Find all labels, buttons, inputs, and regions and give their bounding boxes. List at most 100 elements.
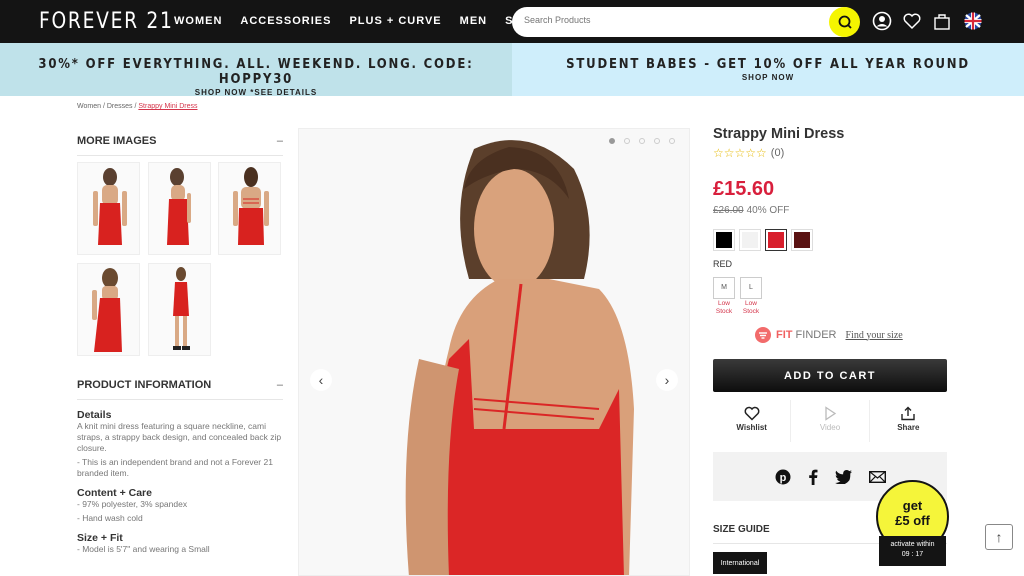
- fit-finder[interactable]: FIT FINDER Find your size: [755, 327, 903, 343]
- wishlist-button[interactable]: Wishlist: [713, 400, 790, 442]
- prev-image-button[interactable]: ‹: [310, 369, 332, 391]
- nav-plus-curve[interactable]: PLUS + CURVE: [349, 15, 441, 27]
- share-button[interactable]: Share: [868, 400, 947, 442]
- promo-headline: STUDENT BABES - GET 10% OFF ALL YEAR ROU…: [566, 57, 970, 72]
- thumbnail-side-view[interactable]: [148, 162, 211, 255]
- back-to-top-button[interactable]: ↑: [985, 524, 1013, 550]
- dress-back-straps-thumbnail: [233, 167, 269, 245]
- stock-status: Low Stock: [742, 300, 760, 315]
- discount-line2: £5 off: [895, 513, 930, 528]
- selected-color-label: RED: [713, 259, 733, 269]
- product-information-header[interactable]: PRODUCT INFORMATION –: [77, 379, 283, 400]
- size-fit-heading: Size + Fit: [77, 532, 123, 544]
- shopping-bag-icon[interactable]: [932, 11, 952, 31]
- facebook-icon[interactable]: [808, 469, 818, 485]
- nav-women[interactable]: WOMEN: [174, 15, 222, 27]
- thumbnail-back-straps-view[interactable]: [218, 162, 281, 255]
- uk-flag-icon[interactable]: [963, 11, 983, 31]
- pagination-dot[interactable]: [654, 138, 660, 144]
- product-information-title: PRODUCT INFORMATION: [77, 379, 212, 391]
- wishlist-heart-icon[interactable]: [902, 11, 922, 31]
- product-rating[interactable]: ☆☆☆☆☆ (0): [713, 146, 784, 160]
- share-label: Share: [897, 423, 920, 432]
- thumbnail-back-view[interactable]: [77, 162, 140, 255]
- promo-headline: 30%* OFF EVERYTHING. ALL. WEEKEND. LONG.…: [38, 57, 474, 87]
- swatch-red[interactable]: [765, 229, 787, 251]
- dress-side-thumbnail: [167, 168, 191, 245]
- more-images-title: MORE IMAGES: [77, 135, 157, 147]
- model-photo: [405, 140, 634, 575]
- svg-text:p: p: [779, 472, 786, 484]
- swatch-white[interactable]: [739, 229, 761, 251]
- more-images-header[interactable]: MORE IMAGES –: [77, 135, 283, 156]
- review-count: (0): [770, 147, 785, 159]
- product-title: Strappy Mini Dress: [713, 126, 845, 142]
- breadcrumb-current[interactable]: Strappy Mini Dress: [138, 103, 197, 110]
- stock-status: Low Stock: [715, 300, 733, 315]
- top-navigation: FOREVER 21 WOMEN ACCESSORIES PLUS + CURV…: [0, 0, 1024, 43]
- sale-price: £15.60: [713, 178, 775, 200]
- product-details: Details A knit mini dress featuring a sq…: [77, 410, 287, 558]
- next-image-button[interactable]: ›: [656, 369, 678, 391]
- content-care-heading: Content + Care: [77, 487, 152, 499]
- details-text: A knit mini dress featuring a square nec…: [77, 421, 282, 453]
- size-option-l[interactable]: L Low Stock: [740, 277, 762, 316]
- main-product-image[interactable]: ‹ ›: [298, 128, 690, 576]
- fit-finder-brand: FIT FINDER: [776, 329, 837, 341]
- promo-banner-code[interactable]: 30%* OFF EVERYTHING. ALL. WEEKEND. LONG.…: [0, 43, 512, 97]
- discount-line1: get: [902, 498, 923, 513]
- original-price: £26.00: [713, 205, 744, 216]
- find-your-size-link[interactable]: Find your size: [846, 330, 903, 341]
- search-input[interactable]: [524, 15, 824, 25]
- image-pagination: [609, 138, 675, 144]
- size-options: M Low Stock L Low Stock: [713, 277, 762, 316]
- breadcrumb-women[interactable]: Women: [77, 103, 101, 110]
- care-item: - 97% polyester, 3% spandex: [77, 499, 188, 509]
- add-to-cart-button[interactable]: ADD TO CART: [713, 359, 947, 392]
- pinterest-icon[interactable]: p: [775, 469, 791, 485]
- video-button[interactable]: Video: [790, 400, 868, 442]
- dress-full-thumbnail: [173, 267, 190, 350]
- collapse-toggle[interactable]: –: [277, 135, 283, 147]
- chevron-right-icon: ›: [664, 372, 670, 388]
- timer-label: activate within: [890, 541, 935, 548]
- timer-value: 09 : 17: [901, 551, 924, 558]
- size-guide-international-tab[interactable]: International: [713, 552, 767, 574]
- chevron-left-icon: ‹: [318, 372, 324, 388]
- details-heading: Details: [77, 409, 112, 421]
- size-box[interactable]: L: [740, 277, 762, 299]
- twitter-icon[interactable]: [834, 469, 852, 484]
- size-box[interactable]: M: [713, 277, 735, 299]
- discount-popup-badge[interactable]: get £5 off activate within 09 : 17: [876, 480, 949, 566]
- breadcrumb-dresses[interactable]: Dresses: [107, 103, 133, 110]
- color-swatches: [713, 229, 813, 251]
- collapse-toggle[interactable]: –: [277, 379, 283, 391]
- pagination-dot[interactable]: [639, 138, 645, 144]
- pagination-dot-active[interactable]: [609, 138, 615, 144]
- video-label: Video: [819, 423, 841, 432]
- thumbnail-front-view[interactable]: [77, 263, 140, 356]
- nav-men[interactable]: MEN: [460, 15, 487, 27]
- size-option-m[interactable]: M Low Stock: [713, 277, 735, 316]
- swatch-black[interactable]: [713, 229, 735, 251]
- star-rating-icons: ☆☆☆☆☆: [713, 146, 767, 160]
- thumbnail-full-length-view[interactable]: [148, 263, 211, 356]
- heart-icon: [744, 406, 760, 421]
- pagination-dot[interactable]: [624, 138, 630, 144]
- account-icon[interactable]: [872, 11, 892, 31]
- promo-banner-student[interactable]: STUDENT BABES - GET 10% OFF ALL YEAR ROU…: [512, 43, 1024, 96]
- promo-subtext[interactable]: SHOP NOW *SEE DETAILS: [0, 88, 512, 97]
- nav-accessories[interactable]: ACCESSORIES: [240, 15, 331, 27]
- arrow-up-icon: ↑: [995, 529, 1003, 545]
- share-icon: [901, 406, 916, 421]
- forever21-logo[interactable]: FOREVER 21: [39, 9, 174, 34]
- original-price-row: £26.00 40% OFF: [713, 205, 789, 216]
- care-item: - Hand wash cold: [77, 513, 143, 523]
- swatch-burgundy[interactable]: [791, 229, 813, 251]
- product-actions: Wishlist Video Share: [713, 400, 947, 442]
- search-button[interactable]: [829, 7, 860, 37]
- fit-finder-logo-icon: [755, 327, 771, 343]
- promo-subtext[interactable]: SHOP NOW: [512, 73, 1024, 82]
- fit-item: - Model is 5'7" and wearing a Small: [77, 544, 210, 554]
- pagination-dot[interactable]: [669, 138, 675, 144]
